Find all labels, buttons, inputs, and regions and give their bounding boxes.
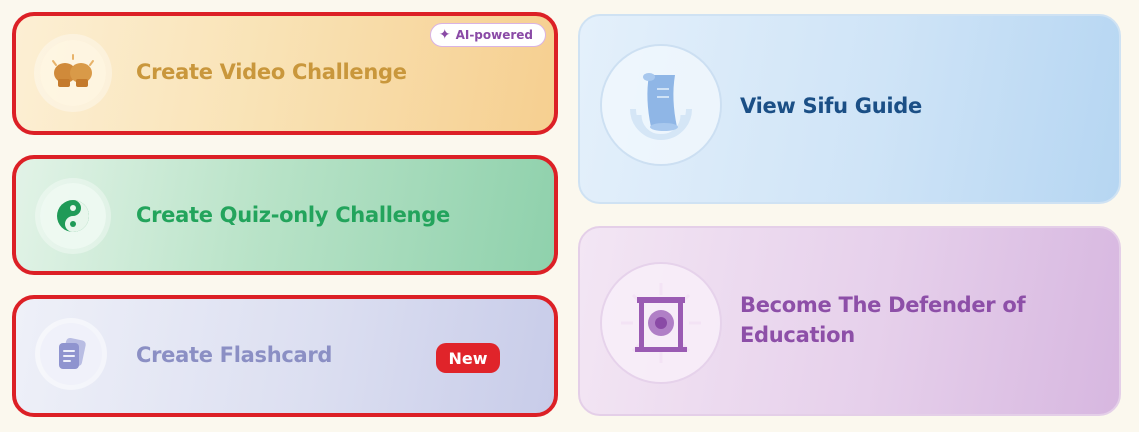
boxing-gloves-icon (40, 40, 106, 106)
create-quiz-challenge-card[interactable]: Create Quiz-only Challenge (12, 155, 558, 275)
sparkle-icon: ✦ (438, 27, 451, 43)
yin-yang-icon (40, 183, 106, 249)
create-flashcard-label: Create Flashcard (136, 343, 333, 367)
new-badge: New (436, 343, 500, 373)
document-stack-icon (40, 323, 102, 385)
view-sifu-guide-label: View Sifu Guide (740, 94, 922, 118)
create-flashcard-card[interactable]: Create Flashcard New (12, 295, 558, 417)
become-defender-card[interactable]: Become The Defender of Education (578, 226, 1121, 416)
view-sifu-guide-card[interactable]: View Sifu Guide (578, 14, 1121, 204)
scroll-icon (602, 46, 720, 164)
create-quiz-challenge-label: Create Quiz-only Challenge (136, 203, 450, 227)
become-defender-label: Become The Defender of Education (740, 293, 1026, 347)
gong-icon (602, 264, 720, 382)
ai-powered-label: AI-powered (455, 28, 533, 42)
ai-powered-badge: ✦ AI-powered (429, 23, 546, 47)
create-video-challenge-card[interactable]: Create Video Challenge ✦ AI-powered (12, 12, 558, 135)
create-video-challenge-label: Create Video Challenge (136, 60, 407, 84)
